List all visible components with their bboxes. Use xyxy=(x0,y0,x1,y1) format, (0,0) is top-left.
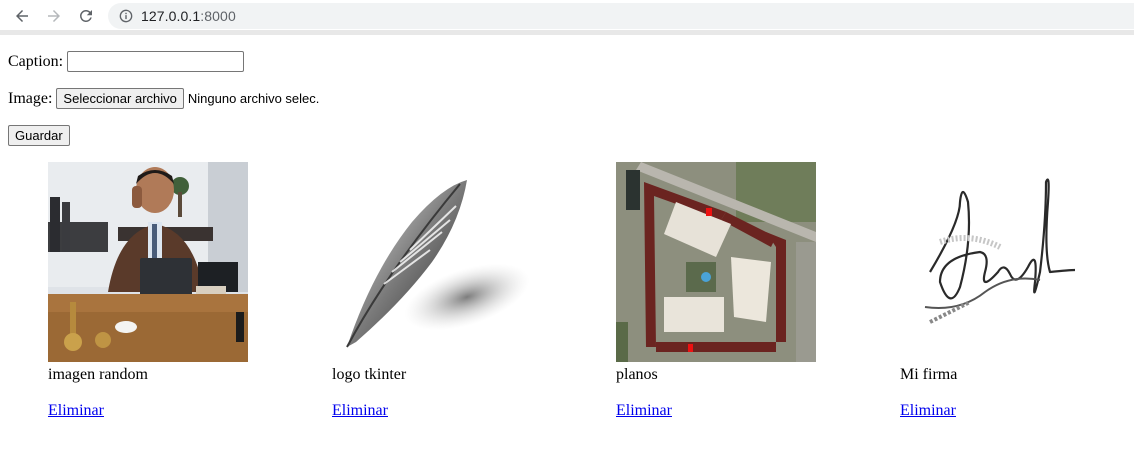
gallery-item: Mi firma Eliminar xyxy=(900,162,1120,419)
url-port: :8000 xyxy=(200,8,236,24)
file-status-text: Ninguno archivo selec. xyxy=(187,91,320,106)
address-bar[interactable]: 127.0.0.1:8000 xyxy=(108,3,1134,29)
caption-label: Caption: xyxy=(8,52,64,70)
gallery-caption: planos xyxy=(616,366,658,383)
delete-link[interactable]: Eliminar xyxy=(332,402,388,420)
url-host: 127.0.0.1 xyxy=(141,8,201,24)
reload-icon xyxy=(79,9,92,22)
gallery-caption: imagen random xyxy=(48,366,148,383)
caption-row: Caption: xyxy=(8,51,245,72)
delete-link[interactable]: Eliminar xyxy=(48,402,104,420)
gallery-caption: Mi firma xyxy=(900,366,958,383)
caption-input[interactable] xyxy=(67,51,245,72)
gallery-image-office-man xyxy=(48,162,248,362)
save-button[interactable]: Guardar xyxy=(8,125,70,146)
gallery-image-feather-logo xyxy=(332,162,532,362)
toolbar-divider xyxy=(0,30,1134,35)
save-row: Guardar xyxy=(8,125,70,146)
info-icon[interactable] xyxy=(119,9,133,23)
gallery-caption: logo tkinter xyxy=(332,366,407,383)
gallery-image-signature xyxy=(900,162,1100,362)
gallery-image-aerial-map xyxy=(616,162,816,362)
image-row: Image: Seleccionar archivo Ninguno archi… xyxy=(8,88,319,109)
forward-button[interactable] xyxy=(42,4,66,28)
gallery-item: logo tkinter Eliminar xyxy=(332,162,552,419)
back-button[interactable] xyxy=(10,4,34,28)
choose-file-button[interactable]: Seleccionar archivo xyxy=(56,88,184,109)
browser-toolbar: 127.0.0.1:8000 xyxy=(0,0,1134,35)
gallery-item: imagen random Eliminar xyxy=(48,162,268,419)
gallery-item: planos Eliminar xyxy=(616,162,836,419)
arrow-left-icon xyxy=(16,10,28,22)
reload-button[interactable] xyxy=(74,4,98,28)
address-url: 127.0.0.1:8000 xyxy=(141,8,236,24)
arrow-right-icon xyxy=(48,10,60,22)
delete-link[interactable]: Eliminar xyxy=(616,402,672,420)
delete-link[interactable]: Eliminar xyxy=(900,402,956,420)
image-label: Image: xyxy=(8,89,53,107)
